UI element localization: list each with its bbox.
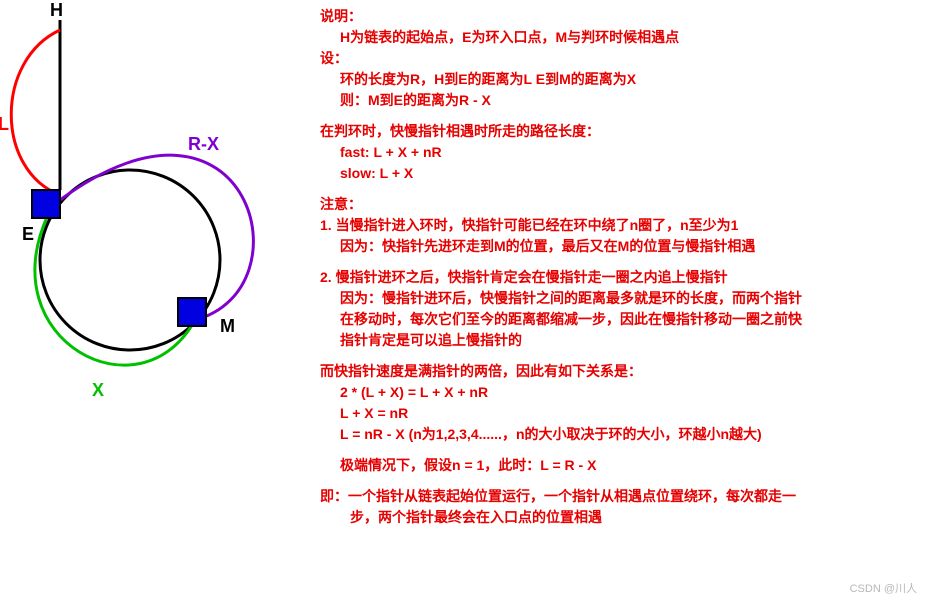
- node-E: [32, 190, 60, 218]
- note-2-reason-2: 在移动时，每次它们至今的距离都缩减一步，因此在慢指针移动一圈之前快: [320, 309, 920, 330]
- explanation-text: 说明： H为链表的起始点，E为环入口点，M与判环时候相遇点 设： 环的长度为R，…: [320, 6, 920, 528]
- label-E: E: [22, 224, 34, 244]
- eq-3: L = nR - X (n为1,2,3,4......，n的大小取决于环的大小，…: [320, 424, 920, 445]
- arc-X: [35, 215, 195, 365]
- note-2-reason-3: 指针肯定是可以追上慢指针的: [320, 330, 920, 351]
- note-2: 2. 慢指针进环之后，快指针肯定会在慢指针走一圈之内追上慢指针: [320, 267, 920, 288]
- arc-R-minus-X: [60, 155, 253, 320]
- label-X: X: [92, 380, 104, 400]
- heading-paths: 在判环时，快慢指针相遇时所走的路径长度：: [320, 121, 920, 142]
- line-defs-3: 则：M到E的距离为R - X: [320, 90, 920, 111]
- linked-list-cycle-diagram: H E M L X R-X: [0, 0, 300, 420]
- label-R-X: R-X: [188, 134, 219, 154]
- label-L: L: [0, 114, 9, 134]
- label-H: H: [50, 0, 63, 20]
- line-defs-1: H为链表的起始点，E为环入口点，M与判环时候相遇点: [320, 27, 920, 48]
- conclusion-1: 即：一个指针从链表起始位置运行，一个指针从相遇点位置绕环，每次都走一: [320, 486, 920, 507]
- eq-2: L + X = nR: [320, 403, 920, 424]
- label-M: M: [220, 316, 235, 336]
- eq-1: 2 * (L + X) = L + X + nR: [320, 382, 920, 403]
- heading-let: 设：: [320, 48, 920, 69]
- extreme-case: 极端情况下，假设n = 1，此时：L = R - X: [320, 455, 920, 476]
- note-1-reason: 因为：快指针先进环走到M的位置，最后又在M的位置与慢指针相遇: [320, 236, 920, 257]
- heading-explain: 说明：: [320, 6, 920, 27]
- diagram-svg: H E M L X R-X: [0, 0, 300, 420]
- line-defs-2: 环的长度为R，H到E的距离为L E到M的距离为X: [320, 69, 920, 90]
- note-1: 1. 当慢指针进入环时，快指针可能已经在环中绕了n圈了，n至少为1: [320, 215, 920, 236]
- line-slow: slow: L + X: [320, 163, 920, 184]
- watermark: CSDN @川人: [850, 580, 917, 596]
- note-2-reason-1: 因为：慢指针进环后，快慢指针之间的距离最多就是环的长度，而两个指针: [320, 288, 920, 309]
- heading-relation: 而快指针速度是满指针的两倍，因此有如下关系是：: [320, 361, 920, 382]
- line-fast: fast: L + X + nR: [320, 142, 920, 163]
- arc-L: [11, 30, 60, 195]
- page-root: H E M L X R-X 说明： H为链表的起始点，E为环入口点，M与判环时候…: [0, 0, 933, 602]
- conclusion-2: 步，两个指针最终会在入口点的位置相遇: [320, 507, 920, 528]
- heading-note: 注意：: [320, 194, 920, 215]
- node-M: [178, 298, 206, 326]
